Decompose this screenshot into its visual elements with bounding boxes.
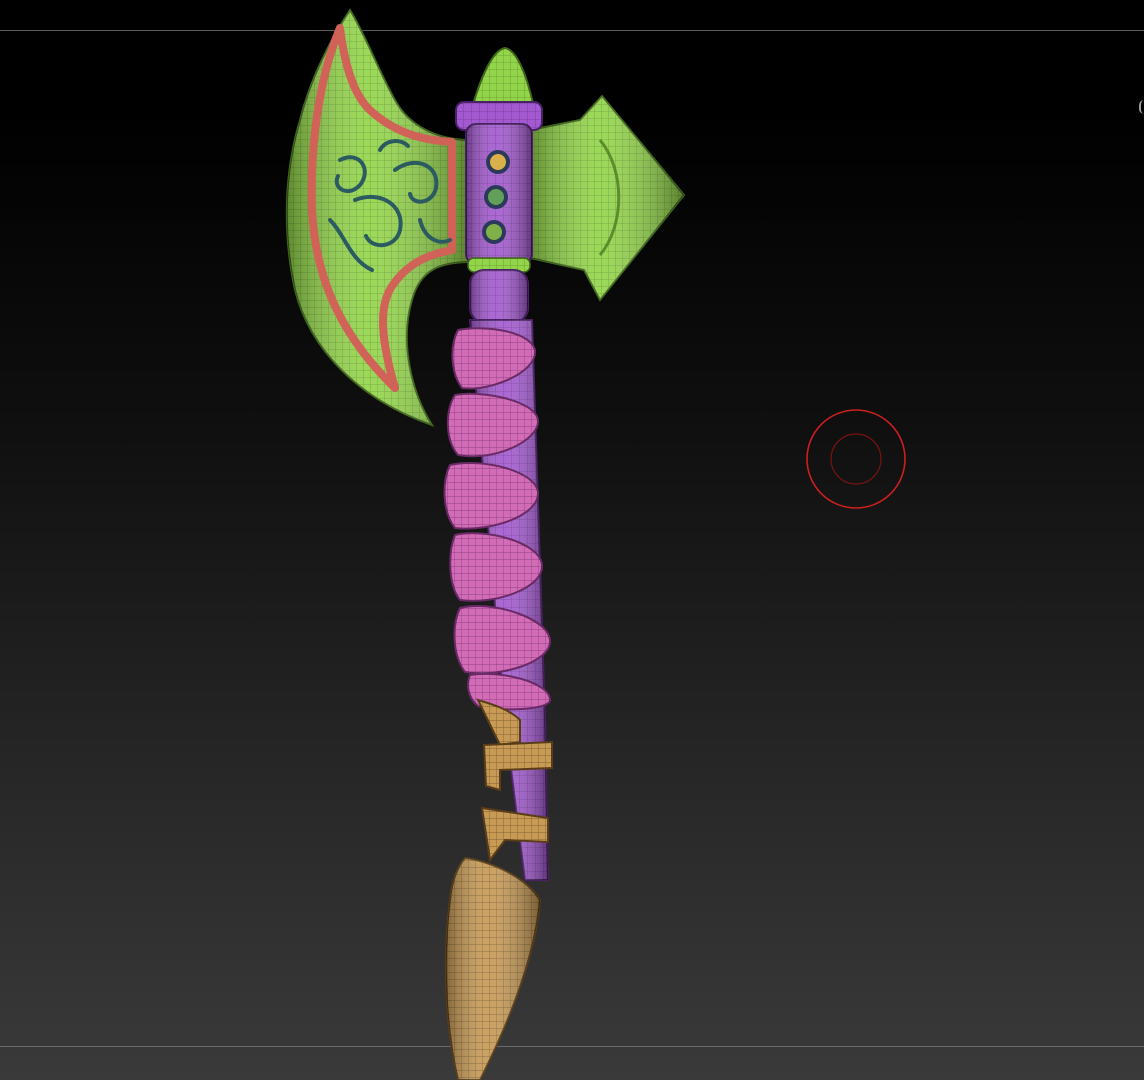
- axe-collar: [455, 101, 543, 323]
- gem-green-bottom: [482, 220, 506, 244]
- axe-blade-left: [285, 8, 471, 427]
- axe-back-spike: [529, 94, 686, 302]
- axe-pommel: [444, 856, 542, 1080]
- gem-yellow: [486, 150, 510, 174]
- canvas-viewport[interactable]: [0, 0, 1144, 1080]
- axe-model[interactable]: [0, 0, 1144, 1080]
- gem-green-top: [484, 185, 508, 209]
- axe-top-spike: [470, 46, 536, 109]
